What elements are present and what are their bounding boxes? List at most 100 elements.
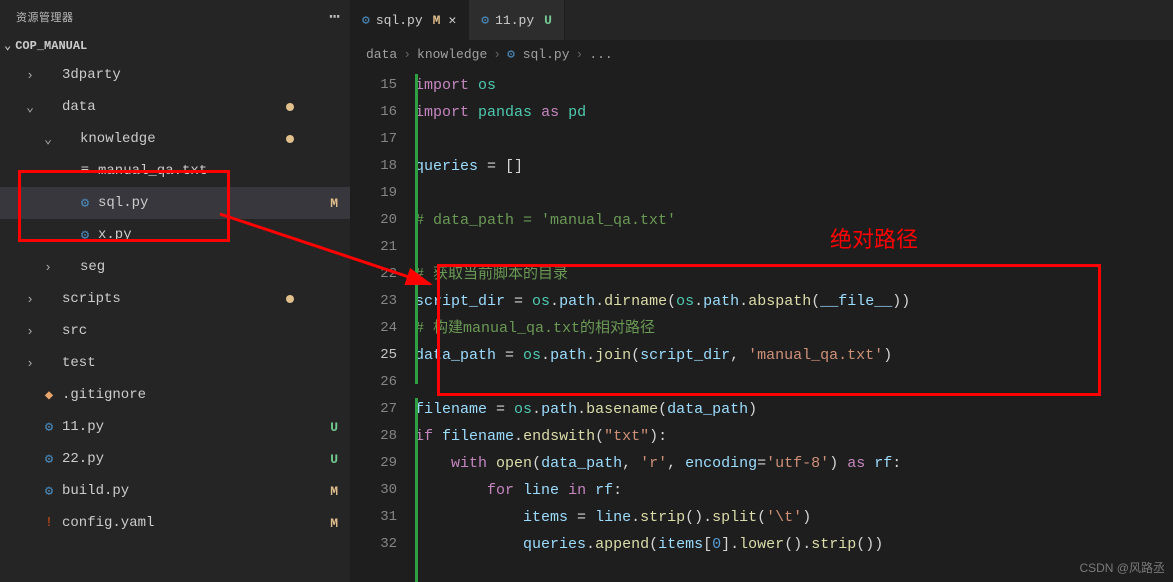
- python-icon: ⚙: [481, 13, 489, 28]
- line-number: 20: [350, 207, 397, 234]
- tree-file[interactable]: ›≡manual_qa.txt: [0, 155, 350, 187]
- tab-bar: ⚙sql.pyM✕⚙11.pyU: [350, 0, 1173, 40]
- git-status-badge: U: [318, 452, 338, 467]
- line-number: 25: [350, 342, 397, 369]
- watermark: CSDN @风路丞: [1079, 559, 1165, 576]
- file-type-icon: ⚙: [74, 227, 96, 244]
- chevron-icon: ›: [22, 292, 38, 307]
- tree-folder[interactable]: › seg: [0, 251, 350, 283]
- code-editor[interactable]: 151617181920212223242526272829303132 imp…: [350, 68, 1173, 582]
- editor-tab[interactable]: ⚙sql.pyM✕: [350, 0, 469, 40]
- git-diff-marker: [415, 398, 418, 582]
- sidebar-header: 资源管理器 ⋯: [0, 0, 350, 34]
- tree-item-label: scripts: [62, 291, 286, 307]
- tree-folder[interactable]: › src: [0, 315, 350, 347]
- tree-item-label: 3dparty: [62, 67, 318, 83]
- code-area[interactable]: import osimport pandas as pd queries = […: [415, 68, 1173, 582]
- tree-item-label: manual_qa.txt: [98, 163, 318, 179]
- line-number: 26: [350, 369, 397, 396]
- line-number: 15: [350, 72, 397, 99]
- code-line[interactable]: # 构建manual_qa.txt的相对路径: [415, 315, 1173, 342]
- tree-item-label: sql.py: [98, 195, 318, 211]
- tree-file[interactable]: ›◆.gitignore: [0, 379, 350, 411]
- more-actions-icon[interactable]: ⋯: [329, 6, 342, 28]
- line-number: 28: [350, 423, 397, 450]
- line-number: 19: [350, 180, 397, 207]
- close-icon[interactable]: ✕: [448, 13, 456, 28]
- chevron-icon: ›: [40, 260, 56, 275]
- line-number: 31: [350, 504, 397, 531]
- code-line[interactable]: for line in rf:: [415, 477, 1173, 504]
- tree-file[interactable]: ›⚙x.py: [0, 219, 350, 251]
- code-line[interactable]: items = line.strip().split('\t'): [415, 504, 1173, 531]
- code-line[interactable]: import os: [415, 72, 1173, 99]
- code-line[interactable]: queries = []: [415, 153, 1173, 180]
- code-line[interactable]: queries.append(items[0].lower().strip()): [415, 531, 1173, 558]
- line-number: 27: [350, 396, 397, 423]
- tree-folder[interactable]: › scripts: [0, 283, 350, 315]
- file-type-icon: ⚙: [38, 483, 60, 500]
- tree-folder[interactable]: ›test: [0, 347, 350, 379]
- code-line[interactable]: [415, 180, 1173, 207]
- breadcrumb[interactable]: data › knowledge › ⚙ sql.py › ...: [350, 40, 1173, 68]
- tree-item-label: seg: [80, 259, 318, 275]
- code-line[interactable]: [415, 126, 1173, 153]
- chevron-right-icon: ›: [493, 47, 501, 62]
- breadcrumb-part[interactable]: data: [366, 47, 397, 62]
- file-type-icon: !: [38, 515, 60, 531]
- chevron-down-icon: ⌄: [4, 38, 11, 53]
- code-line[interactable]: script_dir = os.path.dirname(os.path.abs…: [415, 288, 1173, 315]
- line-number-gutter: 151617181920212223242526272829303132: [350, 68, 415, 582]
- tree-item-label: .gitignore: [62, 387, 318, 403]
- tree-folder[interactable]: ›3dparty: [0, 59, 350, 91]
- tree-item-label: build.py: [62, 483, 318, 499]
- breadcrumb-part[interactable]: knowledge: [417, 47, 487, 62]
- line-number: 24: [350, 315, 397, 342]
- project-name: COP_MANUAL: [15, 39, 87, 53]
- tree-item-label: x.py: [98, 227, 318, 243]
- tree-folder[interactable]: ⌄data: [0, 91, 350, 123]
- code-line[interactable]: data_path = os.path.join(script_dir, 'ma…: [415, 342, 1173, 369]
- code-line[interactable]: [415, 234, 1173, 261]
- sidebar-title: 资源管理器: [16, 9, 329, 25]
- line-number: 29: [350, 450, 397, 477]
- tree-item-label: knowledge: [80, 131, 286, 147]
- code-line[interactable]: [415, 369, 1173, 396]
- code-line[interactable]: # 获取当前脚本的目录: [415, 261, 1173, 288]
- code-line[interactable]: if filename.endswith("txt"):: [415, 423, 1173, 450]
- line-number: 32: [350, 531, 397, 558]
- tree-file[interactable]: ›⚙22.pyU: [0, 443, 350, 475]
- annotation-text: 绝对路径: [830, 222, 918, 254]
- modified-dot-icon: [286, 135, 294, 143]
- tree-file[interactable]: ›!config.yamlM: [0, 507, 350, 539]
- project-name-row[interactable]: ⌄ COP_MANUAL: [0, 34, 350, 59]
- explorer-sidebar: 资源管理器 ⋯ ⌄ COP_MANUAL ›3dparty⌄data⌄knowl…: [0, 0, 350, 582]
- line-number: 18: [350, 153, 397, 180]
- modified-dot-icon: [286, 295, 294, 303]
- tree-file[interactable]: ›⚙build.pyM: [0, 475, 350, 507]
- code-line[interactable]: with open(data_path, 'r', encoding='utf-…: [415, 450, 1173, 477]
- breadcrumb-file[interactable]: sql.py: [523, 47, 570, 62]
- file-type-icon: ◆: [38, 387, 60, 404]
- git-status-badge: U: [544, 13, 552, 28]
- tree-item-label: config.yaml: [62, 515, 318, 531]
- code-line[interactable]: import pandas as pd: [415, 99, 1173, 126]
- code-line[interactable]: # data_path = 'manual_qa.txt': [415, 207, 1173, 234]
- tree-item-label: src: [62, 323, 318, 339]
- tree-item-label: test: [62, 355, 318, 371]
- modified-dot-icon: [286, 103, 294, 111]
- line-number: 16: [350, 99, 397, 126]
- chevron-icon: ›: [22, 324, 38, 339]
- tab-filename: sql.py: [376, 13, 423, 28]
- editor-tab[interactable]: ⚙11.pyU: [469, 0, 565, 40]
- tree-file[interactable]: ›⚙sql.pyM: [0, 187, 350, 219]
- file-type-icon: ≡: [74, 163, 96, 179]
- tree-file[interactable]: ›⚙11.pyU: [0, 411, 350, 443]
- breadcrumb-trail: ...: [589, 47, 612, 62]
- chevron-right-icon: ›: [576, 47, 584, 62]
- file-tree: ›3dparty⌄data⌄knowledge›≡manual_qa.txt›⚙…: [0, 59, 350, 582]
- python-icon: ⚙: [507, 47, 515, 62]
- tree-folder[interactable]: ⌄knowledge: [0, 123, 350, 155]
- line-number: 17: [350, 126, 397, 153]
- code-line[interactable]: filename = os.path.basename(data_path): [415, 396, 1173, 423]
